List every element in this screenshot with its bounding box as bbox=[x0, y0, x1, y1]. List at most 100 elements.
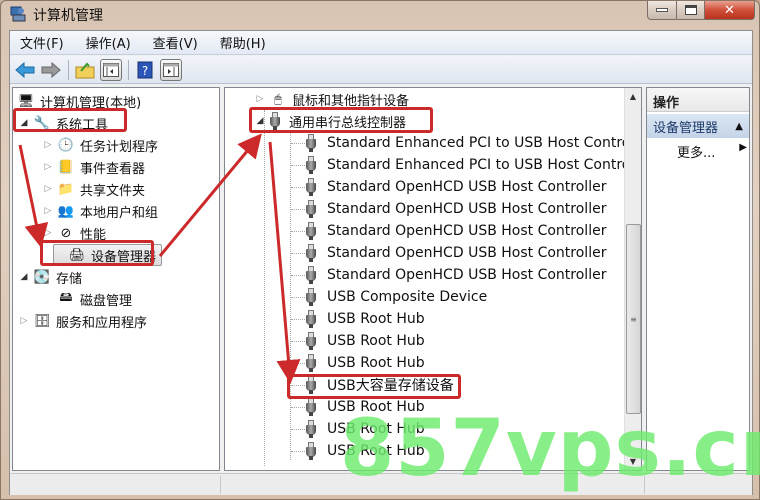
usb-device-icon bbox=[305, 156, 317, 174]
scrollbar-thumb[interactable]: ≡ bbox=[626, 224, 641, 414]
up-level-button[interactable] bbox=[74, 59, 96, 81]
tools-icon: 🔧 bbox=[33, 115, 51, 131]
scroll-up-arrow-icon[interactable]: ▲ bbox=[625, 88, 641, 105]
device-label: Standard Enhanced PCI to USB Host Contro… bbox=[327, 135, 642, 151]
clock-icon: 🕒 bbox=[57, 137, 75, 153]
expand-arrow-icon[interactable]: ▷ bbox=[255, 94, 265, 104]
tree-guide-line bbox=[291, 451, 305, 452]
usb-device-item[interactable]: USB Root Hub bbox=[305, 396, 425, 418]
tree-item-label: 服务和应用程序 bbox=[56, 315, 148, 331]
expand-arrow-icon[interactable]: ▷ bbox=[43, 140, 53, 150]
device-category-mice[interactable]: ▷ 🖱 鼠标和其他指针设备 bbox=[255, 88, 409, 110]
minimize-button[interactable] bbox=[647, 1, 677, 20]
submenu-arrow-icon: ▶ bbox=[739, 142, 747, 153]
tree-item-storage[interactable]: ◢ 💽 存储 bbox=[19, 266, 82, 288]
usb-device-item[interactable]: Standard OpenHCD USB Host Controller bbox=[305, 264, 606, 286]
show-hide-action-pane-icon bbox=[163, 62, 179, 77]
tree-item-label: 性能 bbox=[80, 227, 107, 243]
tree-item-system-tools[interactable]: ◢ 🔧 系统工具 bbox=[19, 112, 108, 134]
storage-icon: 💽 bbox=[33, 269, 51, 285]
usb-device-item[interactable]: Standard OpenHCD USB Host Controller bbox=[305, 176, 606, 198]
usb-device-icon bbox=[305, 310, 317, 328]
up-folder-icon bbox=[75, 62, 95, 78]
usb-device-item[interactable]: Standard OpenHCD USB Host Controller bbox=[305, 220, 606, 242]
maximize-button[interactable] bbox=[677, 1, 705, 20]
usb-device-item[interactable]: USB Root Hub bbox=[305, 418, 425, 440]
category-label: 鼠标和其他指针设备 bbox=[292, 93, 410, 109]
usb-device-item[interactable]: Standard OpenHCD USB Host Controller bbox=[305, 198, 606, 220]
title-bar[interactable]: 计算机管理 ✕ bbox=[1, 1, 760, 29]
usb-device-item[interactable]: USB Root Hub bbox=[305, 308, 425, 330]
window-title: 计算机管理 bbox=[33, 8, 103, 24]
menu-view[interactable]: 查看(V) bbox=[153, 33, 198, 52]
usb-device-item[interactable]: USB Composite Device bbox=[305, 286, 487, 308]
tree-item-label: 事件查看器 bbox=[80, 161, 146, 177]
services-icon: 🗄 bbox=[33, 313, 51, 329]
close-icon: ✕ bbox=[724, 2, 735, 18]
menu-help[interactable]: 帮助(H) bbox=[220, 33, 266, 52]
device-label: USB Root Hub bbox=[327, 311, 425, 327]
tree-item-disk-management[interactable]: 🖴 磁盘管理 bbox=[57, 288, 132, 310]
usb-device-item[interactable]: USB Root Hub bbox=[305, 352, 425, 374]
tree-guide-line bbox=[291, 297, 305, 298]
vertical-scrollbar[interactable]: ▲ ≡ ▼ bbox=[624, 88, 641, 470]
tree-item-label: 本地用户和组 bbox=[80, 205, 159, 221]
tree-guide-line bbox=[291, 275, 305, 276]
more-actions-link[interactable]: 更多... ▶ bbox=[677, 142, 747, 161]
show-hide-action-pane-button[interactable] bbox=[160, 58, 182, 81]
forward-button[interactable] bbox=[40, 59, 62, 81]
scroll-down-arrow-icon[interactable]: ▼ bbox=[625, 453, 641, 470]
expand-arrow-icon[interactable]: ▷ bbox=[43, 206, 53, 216]
tree-item-label: 设备管理器 bbox=[91, 249, 157, 265]
menu-file[interactable]: 文件(F) bbox=[20, 33, 64, 52]
collapse-arrow-icon[interactable]: ◢ bbox=[19, 118, 29, 128]
computer-management-icon bbox=[10, 6, 26, 22]
collapse-arrow-icon[interactable]: ◢ bbox=[255, 116, 265, 126]
usb-device-icon bbox=[305, 200, 317, 218]
device-label: Standard OpenHCD USB Host Controller bbox=[327, 267, 607, 283]
tree-item-performance[interactable]: ▷ ⊘ 性能 bbox=[43, 222, 106, 244]
tree-guide-line bbox=[291, 253, 305, 254]
svg-text:?: ? bbox=[142, 64, 148, 78]
device-category-usb-controllers[interactable]: ◢ 通用串行总线控制器 bbox=[255, 110, 406, 132]
actions-section-device-manager[interactable]: 设备管理器 ▲ bbox=[647, 114, 749, 138]
tree-item-local-users-groups[interactable]: ▷ 👥 本地用户和组 bbox=[43, 200, 158, 222]
expand-arrow-icon[interactable]: ▷ bbox=[43, 162, 53, 172]
computer-management-icon: 🖥 bbox=[17, 93, 35, 109]
close-button[interactable]: ✕ bbox=[705, 1, 755, 20]
usb-device-icon bbox=[305, 178, 317, 196]
usb-device-item[interactable]: Standard OpenHCD USB Host Controller bbox=[305, 242, 606, 264]
usb-device-icon bbox=[305, 288, 317, 306]
device-tree-pane: ▷ 🖱 鼠标和其他指针设备 ◢ 通用串行总线控制器 Standard Enhan… bbox=[224, 87, 642, 471]
expand-arrow-icon[interactable]: ▷ bbox=[43, 184, 53, 194]
expand-arrow-icon[interactable]: ▷ bbox=[43, 228, 53, 238]
help-button[interactable]: ? bbox=[134, 59, 156, 81]
show-hide-tree-button[interactable] bbox=[100, 58, 122, 81]
back-button[interactable] bbox=[14, 59, 36, 81]
toolbar: ? bbox=[10, 56, 752, 84]
device-label: Standard OpenHCD USB Host Controller bbox=[327, 223, 607, 239]
usb-device-item[interactable]: USB Root Hub bbox=[305, 330, 425, 352]
tree-guide-line bbox=[290, 132, 291, 460]
tree-item-label: 共享文件夹 bbox=[80, 183, 146, 199]
menu-action[interactable]: 操作(A) bbox=[86, 33, 131, 52]
toolbar-separator bbox=[68, 59, 69, 80]
device-label: Standard OpenHCD USB Host Controller bbox=[327, 201, 607, 217]
tree-item-device-manager[interactable]: 🖨 设备管理器 bbox=[53, 244, 163, 266]
tree-item-shared-folders[interactable]: ▷ 📁 共享文件夹 bbox=[43, 178, 145, 200]
collapse-arrow-icon[interactable]: ◢ bbox=[19, 272, 29, 282]
usb-device-item[interactable]: Standard Enhanced PCI to USB Host Contro… bbox=[305, 154, 641, 176]
usb-device-item[interactable]: USB Root Hub bbox=[305, 440, 425, 462]
usb-device-item[interactable]: Standard Enhanced PCI to USB Host Contro… bbox=[305, 132, 642, 154]
tree-guide-line bbox=[291, 341, 305, 342]
tree-item-services-applications[interactable]: ▷ 🗄 服务和应用程序 bbox=[19, 310, 147, 332]
tree-item-event-viewer[interactable]: ▷ 📒 事件查看器 bbox=[43, 156, 145, 178]
tree-item-computer-management[interactable]: 🖥 计算机管理(本地) bbox=[17, 90, 141, 112]
toolbar-separator bbox=[128, 59, 129, 80]
usb-device-item[interactable]: USB大容量存储设备 bbox=[305, 374, 454, 396]
tree-item-task-scheduler[interactable]: ▷ 🕒 任务计划程序 bbox=[43, 134, 158, 156]
actions-header: 操作 bbox=[647, 88, 749, 112]
expand-arrow-icon[interactable]: ▷ bbox=[19, 316, 29, 326]
collapse-up-icon: ▲ bbox=[735, 120, 743, 132]
tree-guide-line bbox=[291, 363, 305, 364]
